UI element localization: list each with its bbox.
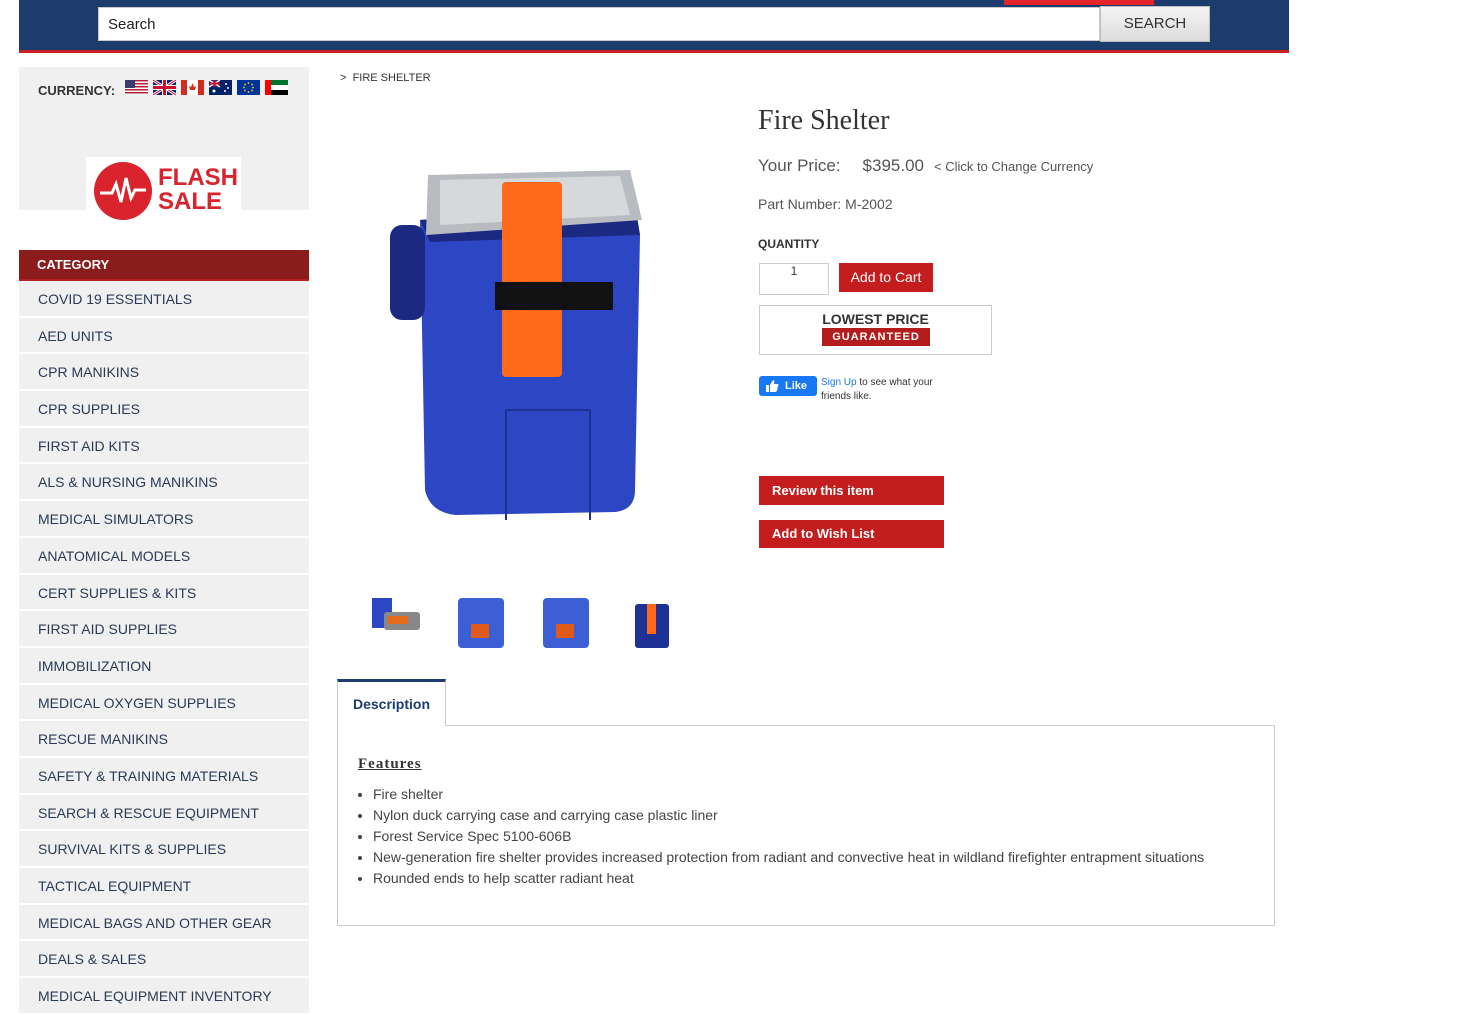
sale-word: SALE xyxy=(158,188,223,215)
price-row: Your Price: $395.00 < Click to Change Curr… xyxy=(758,156,1093,176)
quantity-input[interactable]: 1 xyxy=(759,263,829,295)
thumbnail-4[interactable] xyxy=(625,594,677,650)
sidebar-category-item[interactable]: SEARCH & RESCUE EQUIPMENT xyxy=(19,794,309,832)
currency-label: CURRENCY: xyxy=(38,83,116,98)
part-number: Part Number: M-2002 xyxy=(758,196,893,212)
flash-word: FLASH xyxy=(158,164,238,191)
us-flag-icon[interactable] xyxy=(125,80,148,95)
sidebar-category-item[interactable]: DEALS & SALES xyxy=(19,941,309,979)
uk-flag-icon[interactable] xyxy=(153,80,176,95)
search-input[interactable]: Search xyxy=(98,7,1100,41)
facebook-like-text: Sign Up to see what your friends like. xyxy=(821,376,941,404)
review-item-button[interactable]: Review this item xyxy=(759,476,944,505)
uae-flag-icon[interactable] xyxy=(265,80,288,95)
description-panel: Features Fire shelterNylon duck carrying… xyxy=(337,725,1275,926)
sidebar-category-item[interactable]: FIRST AID KITS xyxy=(19,427,309,465)
sidebar-category-item[interactable]: CPR SUPPLIES xyxy=(19,391,309,428)
thumbnail-2[interactable] xyxy=(455,594,507,650)
facebook-like-button[interactable]: Like xyxy=(759,376,817,396)
sidebar-category-item[interactable]: MEDICAL BAGS AND OTHER GEAR xyxy=(19,904,309,942)
sidebar-category-item[interactable]: CPR MANIKINS xyxy=(19,354,309,392)
thumbs-up-icon xyxy=(766,380,779,392)
product-title: Fire Shelter xyxy=(758,105,890,136)
search-button[interactable]: SEARCH xyxy=(1100,6,1210,42)
breadcrumb: > FIRE SHELTER xyxy=(340,72,431,84)
top-header: Search SEARCH xyxy=(19,0,1289,53)
feature-list-item: Rounded ends to help scatter radiant hea… xyxy=(373,868,1204,889)
guaranteed-ribbon: GUARANTEED xyxy=(822,328,930,346)
sidebar-category-item[interactable]: MEDICAL SIMULATORS xyxy=(19,501,309,538)
australia-flag-icon[interactable] xyxy=(209,80,232,95)
feature-list-item: New-generation fire shelter provides inc… xyxy=(373,847,1204,868)
change-currency-link[interactable]: < Click to Change Currency xyxy=(934,159,1093,174)
feature-list-item: Fire shelter xyxy=(373,784,1204,805)
category-list: COVID 19 ESSENTIALS AED UNITS CPR MANIKINS… xyxy=(19,281,309,1015)
like-label: Like xyxy=(785,380,808,392)
sidebar-category-item[interactable]: ALS & NURSING MANIKINS xyxy=(19,464,309,502)
sidebar-category-item[interactable]: TACTICAL EQUIPMENT xyxy=(19,868,309,905)
sidebar-category-item[interactable]: FIRST AID SUPPLIES xyxy=(19,611,309,648)
sidebar-category-item[interactable]: CERT SUPPLIES & KITS xyxy=(19,574,309,612)
sidebar-category-item[interactable]: AED UNITS xyxy=(19,317,309,355)
features-list: Fire shelterNylon duck carrying case and… xyxy=(373,784,1204,889)
feature-list-item: Forest Service Spec 5100-606B xyxy=(373,826,1204,847)
header-accent xyxy=(1004,0,1154,5)
sidebar-category-item[interactable]: MEDICAL EQUIPMENT INVENTORY xyxy=(19,978,309,1015)
breadcrumb-separator: > xyxy=(340,72,347,84)
price-value: $395.00 xyxy=(862,156,924,175)
sidebar-category-item[interactable]: IMMOBILIZATION xyxy=(19,647,309,685)
quantity-label: QUANTITY xyxy=(758,237,820,251)
feature-list-item: Nylon duck carrying case and carrying ca… xyxy=(373,805,1204,826)
sidebar-category-item[interactable]: COVID 19 ESSENTIALS xyxy=(19,281,309,318)
sidebar-category-item[interactable]: ANATOMICAL MODELS xyxy=(19,537,309,575)
currency-panel: CURRENCY: FLASH SALE xyxy=(19,67,309,223)
thumbnail-3[interactable] xyxy=(540,594,592,650)
part-value: M-2002 xyxy=(845,196,893,212)
currency-flags xyxy=(125,80,293,98)
sidebar-category-item[interactable]: SAFETY & TRAINING MATERIALS xyxy=(19,757,309,795)
breadcrumb-current[interactable]: FIRE SHELTER xyxy=(353,72,431,84)
heartbeat-icon xyxy=(94,162,152,220)
features-heading: Features xyxy=(358,756,422,772)
lowest-price-badge: LOWEST PRICE GUARANTEED xyxy=(759,305,992,355)
sidebar-category-item[interactable]: SURVIVAL KITS & SUPPLIES xyxy=(19,831,309,868)
lowest-price-text: LOWEST PRICE xyxy=(822,311,929,327)
canada-flag-icon[interactable] xyxy=(181,80,204,95)
price-label: Your Price: xyxy=(758,156,841,175)
sidebar-category-item[interactable]: RESCUE MANIKINS xyxy=(19,721,309,758)
tab-description[interactable]: Description xyxy=(337,679,446,726)
facebook-signup-link[interactable]: Sign Up xyxy=(821,377,857,388)
product-main-image[interactable] xyxy=(380,160,650,526)
flash-sale-banner[interactable]: FLASH SALE xyxy=(86,157,241,223)
sidebar-category-item[interactable]: MEDICAL OXYGEN SUPPLIES xyxy=(19,684,309,722)
thumbnail-1[interactable] xyxy=(370,594,422,650)
eu-flag-icon[interactable] xyxy=(237,80,260,95)
add-to-wishlist-button[interactable]: Add to Wish List xyxy=(759,520,944,548)
category-header: CATEGORY xyxy=(19,250,309,281)
add-to-cart-button[interactable]: Add to Cart xyxy=(839,263,933,292)
part-label: Part Number: xyxy=(758,196,842,212)
